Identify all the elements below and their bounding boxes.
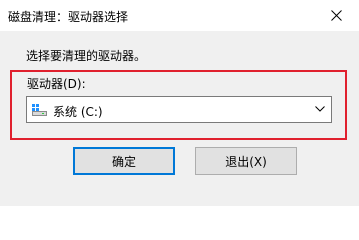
- instruction-text: 选择要清理的驱动器。: [26, 49, 147, 63]
- close-button[interactable]: [313, 0, 359, 31]
- drive-label: 驱动器(D):: [27, 77, 86, 91]
- chevron-down-icon: [315, 106, 325, 112]
- drive-dropdown[interactable]: 系统 (C:): [26, 96, 332, 123]
- title-bar: 磁盘清理：驱动器选择: [0, 0, 359, 31]
- exit-button[interactable]: 退出(X): [195, 147, 297, 175]
- close-icon: [330, 10, 342, 21]
- window-title: 磁盘清理：驱动器选择: [8, 10, 129, 24]
- ok-button[interactable]: 确定: [73, 147, 175, 175]
- dialog-window: 磁盘清理：驱动器选择 选择要清理的驱动器。 驱动器(D): 系统 (C:) 确定…: [0, 0, 359, 206]
- drive-selected-value: 系统 (C:): [53, 105, 103, 119]
- drive-icon: [32, 104, 47, 116]
